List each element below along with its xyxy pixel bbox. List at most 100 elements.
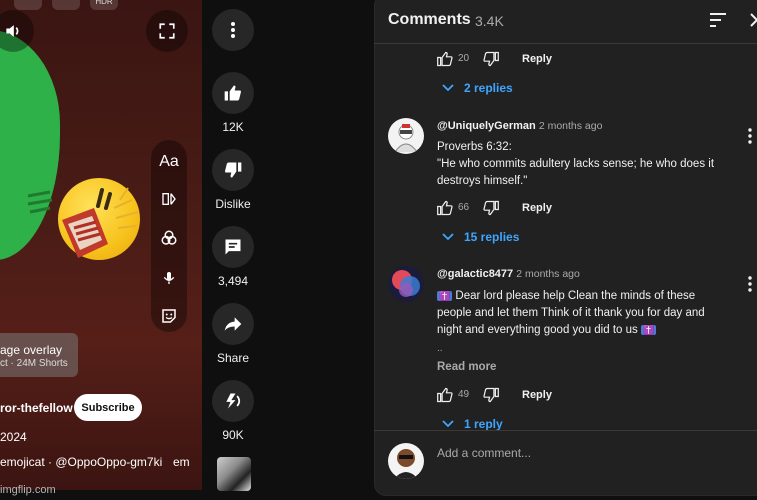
- comment-menu-icon[interactable]: [748, 128, 752, 144]
- comment-line: "He who commits adultery lacks sense; he…: [437, 158, 715, 170]
- microphone-icon: [163, 272, 175, 284]
- cross-emoji: ✝️: [437, 291, 453, 301]
- comment-dislike-icon[interactable]: [482, 51, 500, 67]
- overlay-subtitle: ct · 24M Shorts: [0, 358, 68, 369]
- comment-ellipsis: ..: [437, 343, 443, 354]
- sort-icon[interactable]: [709, 12, 727, 28]
- comment-line: destroys himself.": [437, 175, 528, 187]
- replies-count-label: 15 replies: [464, 230, 520, 244]
- top-controls-strip: HDR: [14, 0, 118, 10]
- video-date: 2024: [0, 430, 27, 444]
- read-more-link[interactable]: Read more: [437, 361, 496, 373]
- more-options-button[interactable]: [212, 9, 254, 51]
- hdr-badge: HDR: [90, 0, 118, 10]
- reply-button[interactable]: Reply: [522, 53, 552, 65]
- footer-divider: [374, 430, 757, 431]
- green-character-shape: [0, 30, 60, 260]
- comment-dislike-icon[interactable]: [482, 200, 500, 216]
- comment-text: Proverbs 6:32: "He who commits adultery …: [437, 139, 737, 190]
- cross-emoji: ✝️: [640, 325, 657, 335]
- rotate-icon[interactable]: [52, 0, 80, 10]
- reply-button[interactable]: Reply: [522, 202, 552, 214]
- effects-toolbar: Aa: [151, 140, 187, 332]
- filters-effect-button[interactable]: [151, 224, 187, 252]
- comment-like-icon[interactable]: [436, 200, 454, 216]
- view-replies-link[interactable]: 1 reply: [442, 417, 503, 431]
- fullscreen-icon: [159, 23, 175, 39]
- view-replies-link[interactable]: 15 replies: [442, 230, 519, 244]
- chevron-down-icon: [442, 84, 454, 92]
- comment-count: 3,494: [217, 274, 249, 288]
- video-credits-more: em: [173, 455, 190, 469]
- comment-author[interactable]: @UniquelyGerman 2 months ago: [437, 120, 602, 132]
- filters-icon: [161, 230, 177, 245]
- comment-line: night and everything good you did to us …: [437, 322, 737, 339]
- remix-button[interactable]: [212, 380, 254, 422]
- copy-icon[interactable]: [14, 0, 42, 10]
- comment-like-icon[interactable]: [436, 387, 454, 403]
- current-user-avatar: [388, 443, 424, 479]
- like-button[interactable]: [212, 72, 254, 114]
- comment-text: ✝️ Dear lord please help Clean the minds…: [437, 288, 737, 339]
- overlay-title: age overlay: [0, 343, 63, 357]
- remix-count: 90K: [222, 428, 244, 442]
- comment-line-text: Dear lord please help Clean the minds of…: [452, 290, 696, 302]
- text-effect-button[interactable]: Aa: [151, 148, 187, 176]
- voiceover-effect-button[interactable]: [151, 264, 187, 292]
- share-label: Share: [216, 351, 250, 365]
- comment-line: Proverbs 6:32:: [437, 141, 512, 153]
- sound-thumbnail[interactable]: [217, 457, 251, 491]
- comment-author[interactable]: @galactic8477 2 months ago: [437, 268, 580, 280]
- screaming-emoji-image: [58, 178, 140, 260]
- comment-time: 2 months ago: [516, 268, 580, 280]
- comments-count: 3.4K: [475, 13, 504, 29]
- comments-panel: [374, 0, 757, 496]
- comment-line: people and let them Think of it thank yo…: [437, 307, 705, 319]
- sticker-effect-button[interactable]: [151, 302, 187, 330]
- author-handle: @UniquelyGerman: [437, 120, 536, 132]
- dislike-button[interactable]: [212, 149, 254, 191]
- comment-like-count: 20: [458, 53, 470, 64]
- channel-name[interactable]: ror-thefellow: [0, 401, 73, 415]
- thumbs-down-icon: [225, 162, 242, 178]
- comment-menu-icon[interactable]: [748, 276, 752, 292]
- green-leaf-lines: [27, 190, 53, 214]
- header-divider: [374, 43, 757, 44]
- add-comment-input[interactable]: [437, 446, 737, 460]
- avatar[interactable]: [388, 118, 424, 154]
- chevron-down-icon: [442, 420, 454, 428]
- fullscreen-button[interactable]: [146, 10, 188, 52]
- vertical-dots-icon: [231, 22, 235, 38]
- comments-title: Comments: [388, 11, 471, 28]
- comment-like-count: 49: [458, 389, 470, 400]
- comment-time: 2 months ago: [538, 120, 603, 132]
- video-credits[interactable]: emojicat · @OppoOppo-gm7ki: [0, 455, 162, 469]
- reply-button[interactable]: Reply: [522, 389, 552, 401]
- comments-button[interactable]: [212, 226, 254, 268]
- close-icon[interactable]: [749, 12, 757, 28]
- thumbs-up-icon: [224, 85, 241, 101]
- split-effect-button[interactable]: [151, 185, 187, 213]
- dislike-label: Dislike: [215, 197, 251, 211]
- comment-icon: [225, 239, 241, 255]
- comment-dislike-icon[interactable]: [482, 387, 500, 403]
- chevron-down-icon: [442, 233, 454, 241]
- comment-line: ✝️ Dear lord please help Clean the minds…: [437, 288, 737, 305]
- comment-like-count: 66: [458, 202, 470, 213]
- share-arrow-icon: [224, 317, 242, 331]
- imgflip-watermark: imgflip.com: [0, 484, 56, 496]
- author-handle: @galactic8477: [437, 268, 514, 280]
- view-replies-link[interactable]: 2 replies: [442, 81, 513, 95]
- shorts-video-player[interactable]: HDR Aa age overlay ct · 24M Shorts ror-t…: [0, 0, 202, 490]
- text-effect-label: Aa: [159, 153, 179, 170]
- split-icon: [162, 193, 176, 205]
- share-button[interactable]: [212, 303, 254, 345]
- comment-like-icon[interactable]: [436, 51, 454, 67]
- like-count: 12K: [222, 120, 244, 134]
- speaker-icon: [6, 25, 19, 37]
- replies-count-label: 1 reply: [464, 417, 503, 431]
- replies-count-label: 2 replies: [464, 81, 513, 95]
- remix-icon: [226, 393, 241, 409]
- avatar[interactable]: [388, 266, 424, 302]
- subscribe-button[interactable]: Subscribe: [74, 394, 142, 421]
